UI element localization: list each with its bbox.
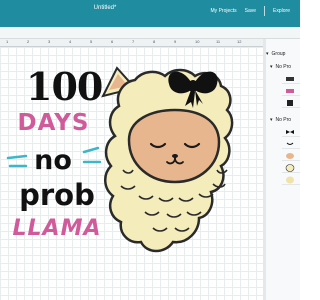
layer-thumb-icon <box>286 89 294 93</box>
ruler-tick: 2 <box>27 39 30 44</box>
my-projects-button[interactable]: My Projects <box>211 8 237 14</box>
group-label: Group <box>271 51 286 57</box>
chevron-down-icon: ▾ <box>270 117 273 123</box>
layer-thumb-icon <box>287 100 293 106</box>
wool-thumb-icon <box>286 176 294 184</box>
ruler-tick: 10 <box>195 39 200 44</box>
ruler-tick: 9 <box>174 39 177 44</box>
horizontal-ruler: 1 2 3 4 5 6 7 8 9 10 11 12 <box>0 39 263 47</box>
design-text-100[interactable]: 100 <box>26 64 103 109</box>
topbar-divider <box>264 6 266 16</box>
chevron-down-icon: ▾ <box>270 64 273 70</box>
layer-item-label: No Pro <box>275 117 292 123</box>
ruler-tick: 6 <box>111 39 114 44</box>
llama-illustration[interactable] <box>95 62 255 262</box>
ruler-tick: 1 <box>6 39 9 44</box>
edit-toolbar <box>0 27 300 39</box>
explore-button[interactable]: Explore <box>273 8 290 14</box>
bow-thumb-icon <box>286 130 294 134</box>
ruler-tick: 3 <box>48 39 51 44</box>
ruler-tick: 12 <box>237 39 242 44</box>
document-title: Untitled* <box>93 5 117 11</box>
layer-group[interactable]: ▾ Group <box>266 47 300 61</box>
ruler-tick: 5 <box>90 39 93 44</box>
top-bar: Untitled* My Projects Save Explore <box>0 0 300 27</box>
layer-item-label: No Pro <box>275 64 292 70</box>
ruler-tick: 11 <box>216 39 221 44</box>
ruler-tick: 8 <box>153 39 156 44</box>
face-thumb-icon <box>286 153 294 159</box>
layer-thumb-icon <box>286 77 294 81</box>
cyan-accent-lines <box>6 146 102 168</box>
top-bar-actions: My Projects Save Explore <box>211 5 300 17</box>
design-text-prob[interactable]: prob <box>18 178 96 212</box>
save-button[interactable]: Save <box>245 8 256 14</box>
design-text-llama[interactable]: LLAMA <box>7 216 107 241</box>
design-text-days[interactable]: DAYS <box>16 110 91 136</box>
face-thumb-icon <box>286 142 294 145</box>
wool-thumb-icon <box>285 164 295 172</box>
ruler-tick: 4 <box>69 39 72 44</box>
ruler-tick: 7 <box>132 39 135 44</box>
group-icon: ▾ <box>266 51 269 57</box>
layers-scrollbar[interactable] <box>263 39 266 300</box>
